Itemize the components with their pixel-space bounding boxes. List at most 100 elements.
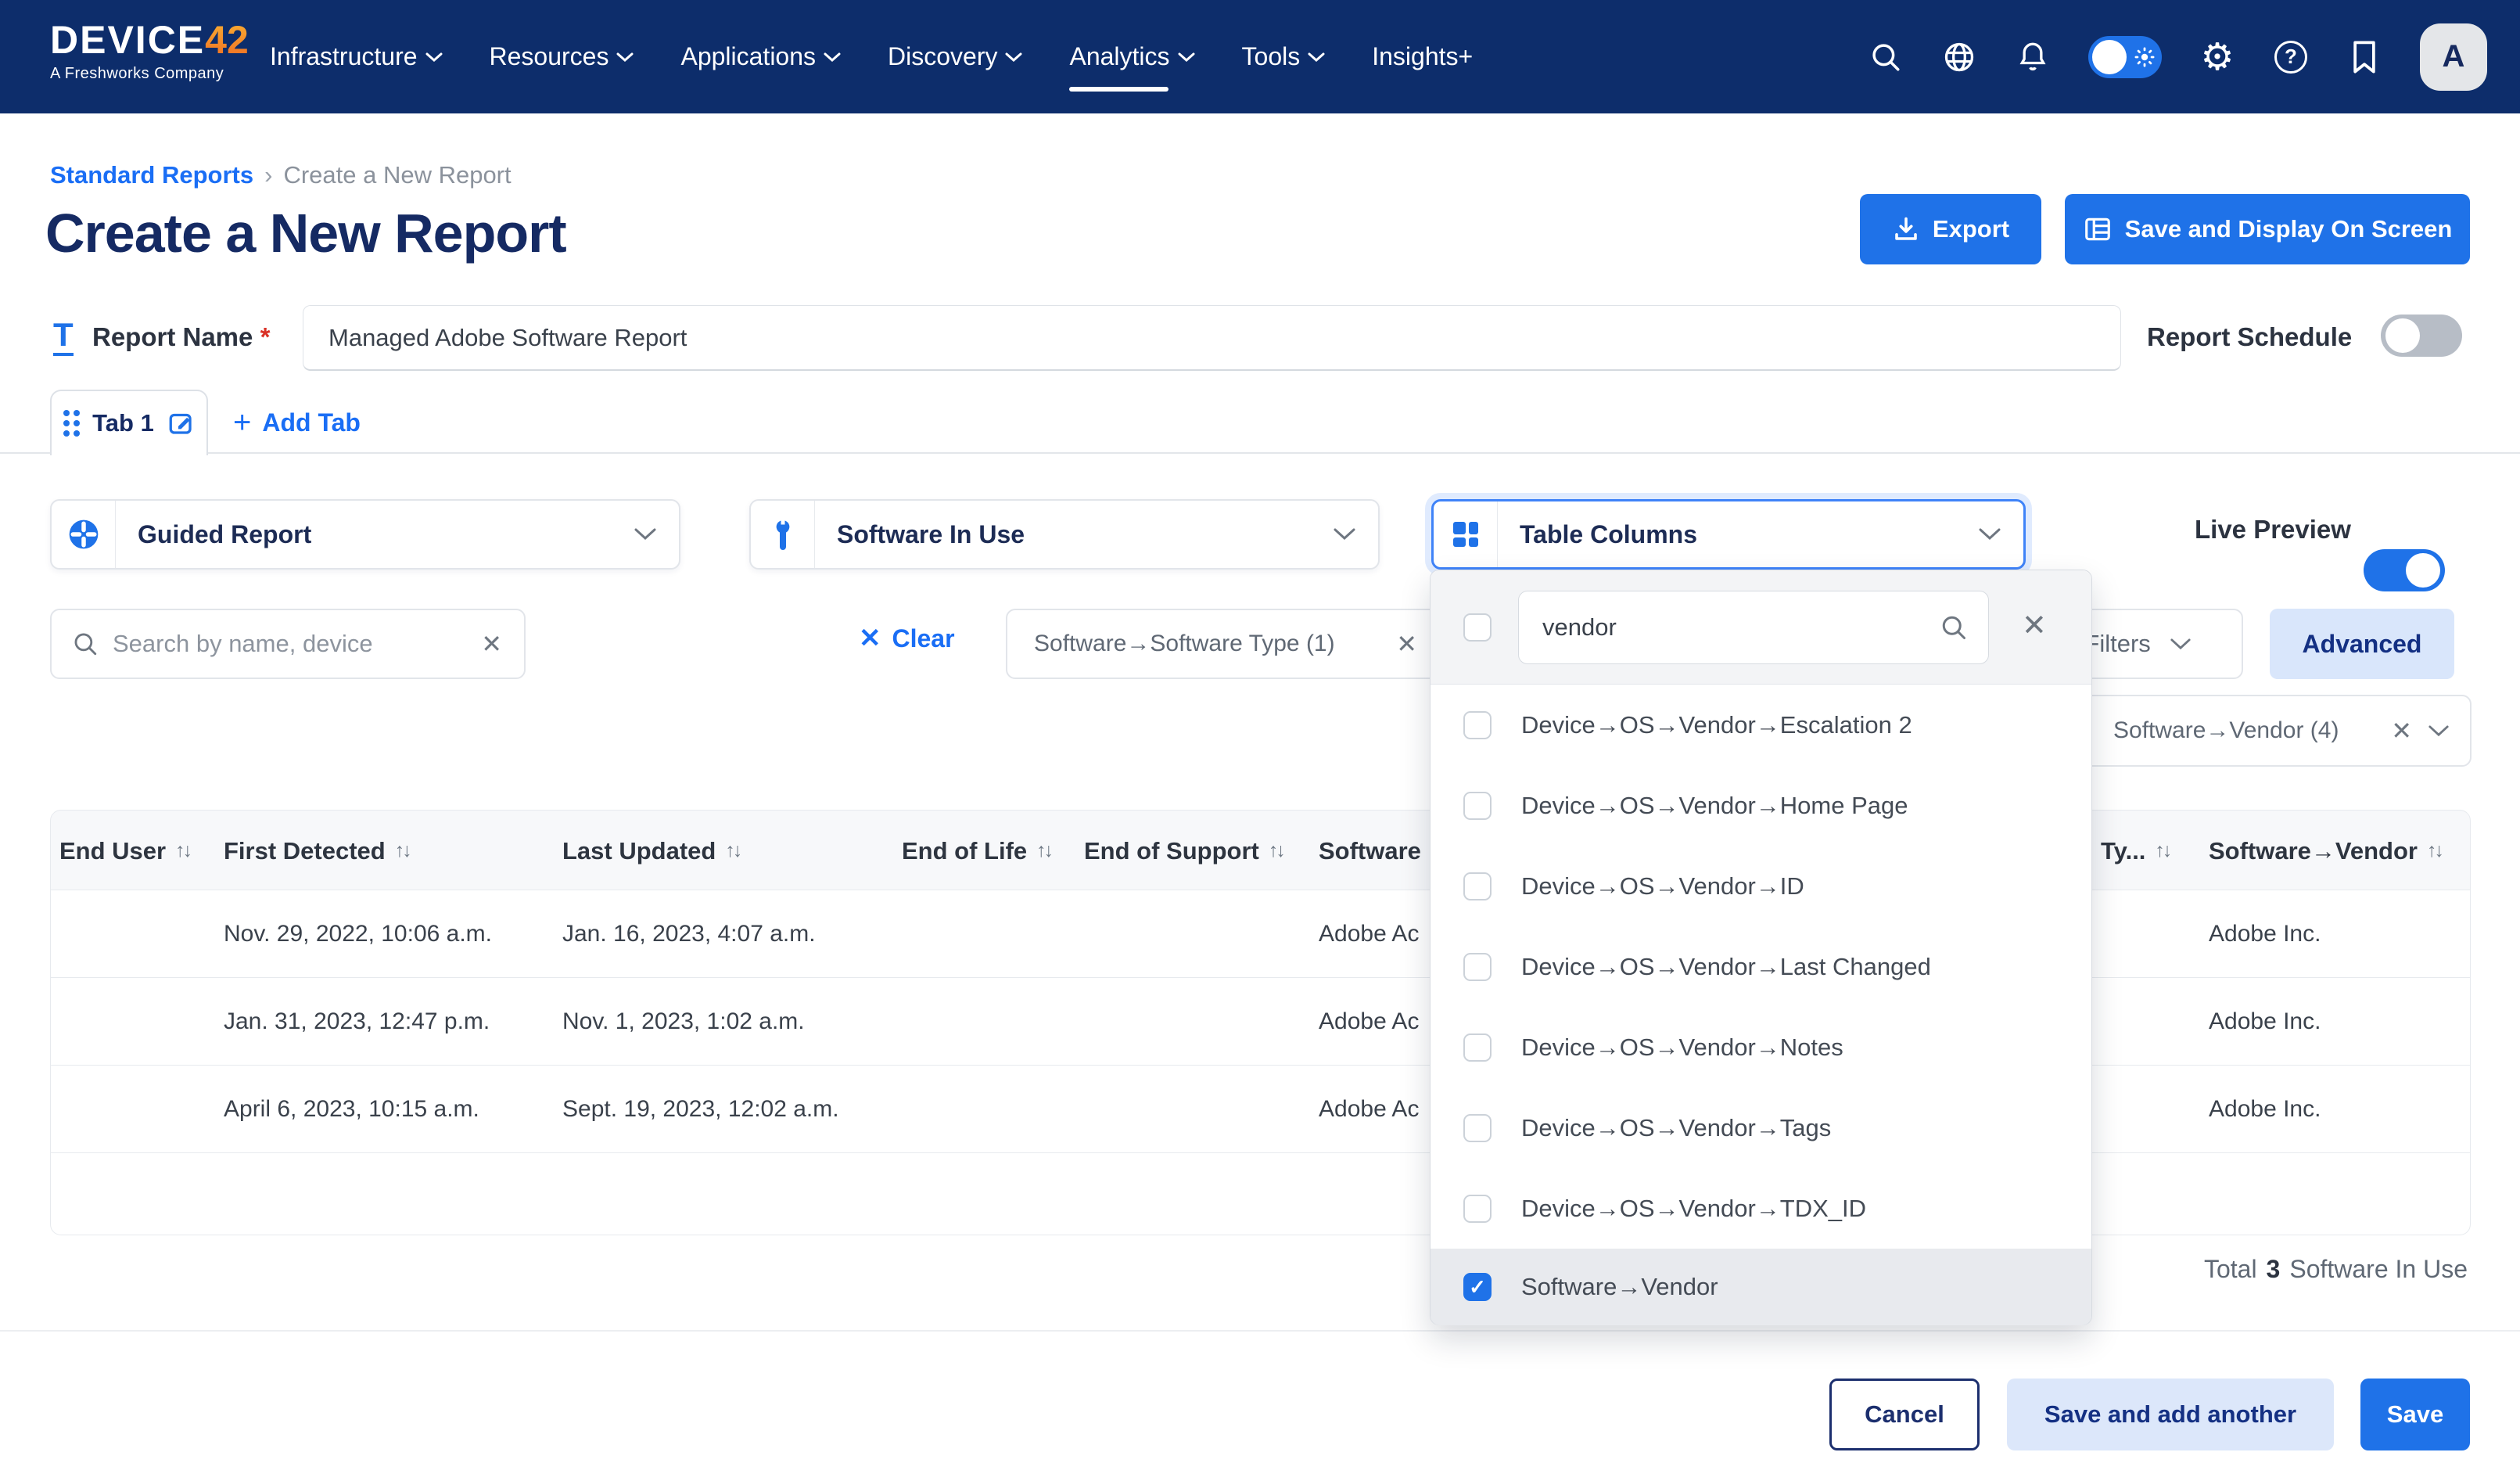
help-icon[interactable] (2273, 39, 2309, 75)
option-checkbox[interactable] (1463, 1033, 1492, 1062)
column-option[interactable]: Device→OS→Vendor→Tags (1431, 1087, 2091, 1168)
clear-column-search-icon[interactable] (2022, 608, 2047, 643)
live-preview-toggle[interactable] (2364, 549, 2445, 591)
table-search-input[interactable] (113, 630, 481, 658)
sort-icon[interactable] (2427, 839, 2442, 862)
export-button[interactable]: Export (1860, 194, 2041, 264)
col-header-end-of-life[interactable]: End of Life (902, 811, 1051, 891)
data-source-value: Software In Use (815, 520, 1333, 549)
nav-item-infrastructure[interactable]: Infrastructure (270, 42, 443, 71)
table-row-empty (50, 1153, 2471, 1235)
sort-icon[interactable] (725, 839, 740, 862)
top-nav: DEVICE42 A Freshworks Company Infrastruc… (0, 0, 2520, 113)
option-checkbox[interactable] (1463, 872, 1492, 900)
option-checkbox[interactable] (1463, 953, 1492, 981)
edit-pencil-icon[interactable] (167, 409, 195, 437)
column-option[interactable]: Device→OS→Vendor→Notes (1431, 1007, 2091, 1087)
table-columns-icon (1434, 501, 1498, 567)
cancel-button[interactable]: Cancel (1829, 1379, 1980, 1450)
nav-item-insights[interactable]: Insights+ (1372, 42, 1473, 71)
data-source-select[interactable]: Software In Use (749, 499, 1380, 570)
settings-gear-icon[interactable] (2199, 39, 2235, 75)
column-option[interactable]: Device→OS→Vendor→Home Page (1431, 765, 2091, 846)
select-all-checkbox[interactable] (1463, 613, 1492, 642)
table-search-box (50, 609, 526, 679)
tab-1[interactable]: Tab 1 (50, 390, 208, 455)
remove-filter-icon[interactable] (1396, 629, 1417, 659)
logo-accent: 42 (205, 18, 249, 62)
nav-item-discovery[interactable]: Discovery (888, 42, 1022, 71)
save-button[interactable]: Save (2360, 1379, 2470, 1450)
chevron-down-icon (2170, 638, 2192, 651)
report-schedule-toggle[interactable] (2381, 315, 2462, 357)
col-header-end-of-support[interactable]: End of Support (1084, 811, 1283, 891)
notifications-bell-icon[interactable] (2015, 39, 2051, 75)
chevron-down-icon (425, 52, 443, 63)
clear-filters-button[interactable]: Clear (859, 623, 955, 654)
user-avatar[interactable]: A (2420, 23, 2487, 91)
sort-icon[interactable] (175, 839, 190, 862)
column-search-input[interactable] (1542, 613, 1940, 642)
drag-handle-icon[interactable] (63, 410, 80, 437)
col-header-end-user[interactable]: End User (59, 811, 190, 891)
remove-filter-icon[interactable] (2391, 716, 2412, 746)
table-display-icon (2083, 214, 2113, 244)
globe-icon[interactable] (1941, 39, 1977, 75)
table-total: Total 3 Software In Use (2204, 1255, 2468, 1284)
theme-toggle[interactable] (2088, 36, 2162, 78)
column-option-selected[interactable]: Software→Vendor (1431, 1249, 2091, 1325)
column-option[interactable]: Device→OS→Vendor→Last Changed (1431, 926, 2091, 1007)
save-and-add-another-button[interactable]: Save and add another (2007, 1379, 2334, 1450)
col-header-type[interactable]: Ty... (2101, 811, 2170, 891)
advanced-filters-button[interactable]: Advanced (2270, 609, 2454, 679)
breadcrumb-link[interactable]: Standard Reports (50, 161, 253, 189)
report-name-label: Report Name * (92, 322, 270, 352)
table-columns-select[interactable]: Table Columns (1431, 499, 2026, 570)
sort-icon[interactable] (1269, 839, 1283, 862)
chevron-down-icon[interactable] (2428, 724, 2450, 738)
table-row[interactable]: Jan. 31, 2023, 12:47 p.m. Nov. 1, 2023, … (50, 978, 2471, 1066)
col-header-last-updated[interactable]: Last Updated (562, 811, 740, 891)
logo-subtitle: A Freshworks Company (50, 66, 249, 81)
plus-icon (233, 405, 251, 440)
clear-search-icon[interactable] (481, 629, 502, 659)
sort-icon[interactable] (1036, 839, 1051, 862)
results-table: End User First Detected Last Updated End… (50, 810, 2471, 1235)
search-icon[interactable] (1868, 39, 1904, 75)
option-checkbox[interactable] (1463, 1195, 1492, 1223)
report-name-input[interactable] (303, 305, 2121, 371)
add-tab-button[interactable]: Add Tab (233, 405, 361, 440)
chevron-down-icon (1333, 527, 1356, 541)
bookmark-icon[interactable] (2346, 39, 2382, 75)
option-checkbox[interactable] (1463, 711, 1492, 739)
nav-item-tools[interactable]: Tools (1242, 42, 1326, 71)
toggle-knob (2385, 318, 2420, 353)
nav-item-analytics[interactable]: Analytics (1069, 42, 1194, 71)
sort-icon[interactable] (2155, 839, 2170, 862)
col-header-software-vendor[interactable]: Software→Vendor (2209, 811, 2442, 891)
nav-item-resources[interactable]: Resources (490, 42, 634, 71)
option-checkbox[interactable] (1463, 792, 1492, 820)
filter-chip-software-vendor[interactable]: Software→Vendor (4) (2080, 695, 2472, 767)
option-checkbox[interactable] (1463, 1114, 1492, 1142)
total-count: 3 (2267, 1255, 2281, 1284)
column-option[interactable]: Device→OS→Vendor→Escalation 2 (1431, 685, 2091, 765)
table-row[interactable]: April 6, 2023, 10:15 a.m. Sept. 19, 2023… (50, 1066, 2471, 1153)
column-option[interactable]: Device→OS→Vendor→ID (1431, 846, 2091, 926)
question-mark-icon (2274, 41, 2307, 74)
report-type-select[interactable]: Guided Report (50, 499, 680, 570)
col-header-first-detected[interactable]: First Detected (224, 811, 410, 891)
chevron-down-icon (1978, 527, 2001, 541)
sort-icon[interactable] (395, 839, 410, 862)
option-checkbox-checked[interactable] (1463, 1273, 1492, 1301)
page-title: Create a New Report (45, 202, 566, 264)
col-header-software[interactable]: Software (1319, 811, 1421, 891)
device42-logo[interactable]: DEVICE42 A Freshworks Company (50, 20, 249, 81)
download-icon (1892, 215, 1920, 243)
nav-item-applications[interactable]: Applications (680, 42, 841, 71)
text-field-icon (53, 316, 74, 354)
table-row[interactable]: Nov. 29, 2022, 10:06 a.m. Jan. 16, 2023,… (50, 890, 2471, 978)
column-option[interactable]: Device→OS→Vendor→TDX_ID (1431, 1168, 2091, 1249)
filter-chip-software-type[interactable]: Software→Software Type (1) (1006, 609, 1478, 679)
save-and-display-button[interactable]: Save and Display On Screen (2065, 194, 2470, 264)
